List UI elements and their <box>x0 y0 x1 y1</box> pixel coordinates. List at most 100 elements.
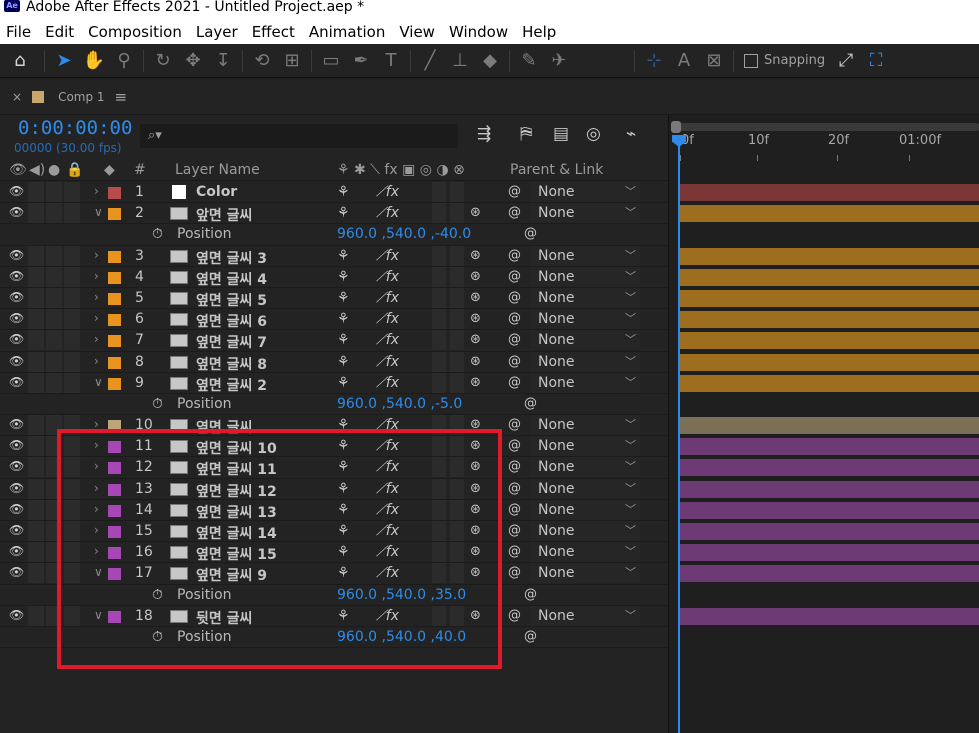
parent-dropdown[interactable]: None ﹀ <box>530 309 640 330</box>
shy-switch-icon[interactable]: ⚘ <box>337 544 350 560</box>
parent-dropdown[interactable]: None ﹀ <box>530 457 640 478</box>
motion-blur-switch[interactable] <box>432 415 446 436</box>
property-pick-whip-icon[interactable]: @ <box>524 629 537 644</box>
motion-blur-switch[interactable] <box>432 287 446 308</box>
quality-fx-switch-icon[interactable]: ⟋fx <box>376 544 399 560</box>
rectangle-tool[interactable]: ▭ <box>316 46 346 76</box>
video-visibility-eye-icon[interactable]: 👁 <box>9 269 24 283</box>
adjustment-switch[interactable] <box>450 372 464 393</box>
menu-item-window[interactable]: Window <box>449 23 508 41</box>
quality-fx-switch-icon[interactable]: ⟋fx <box>376 481 399 497</box>
label-color-chip[interactable] <box>108 420 121 433</box>
eraser-tool[interactable]: ◆ <box>475 46 505 76</box>
adjustment-switch[interactable] <box>450 182 464 202</box>
layer-bar-fill[interactable] <box>679 332 979 350</box>
label-color-chip[interactable] <box>108 547 121 560</box>
lock-switch[interactable] <box>64 499 80 520</box>
parent-dropdown[interactable]: None ﹀ <box>530 415 640 436</box>
dolly-tool[interactable]: ↧ <box>208 46 238 76</box>
lock-switch[interactable] <box>64 266 80 287</box>
layer-bar-fill[interactable] <box>679 459 979 477</box>
label-color-chip[interactable] <box>108 377 121 390</box>
rotate-tool[interactable]: ⟲ <box>247 46 277 76</box>
layer-name[interactable]: Color <box>196 184 237 200</box>
pan-tool[interactable]: ✥ <box>178 46 208 76</box>
adjustment-switch[interactable] <box>450 542 464 563</box>
pick-whip-icon[interactable]: @ <box>508 459 521 474</box>
position-value[interactable]: 960.0 ,540.0 ,-5.0 <box>337 396 462 412</box>
label-color-chip[interactable] <box>108 314 121 327</box>
time-navigator[interactable] <box>671 121 979 133</box>
twirl-toggle-icon[interactable]: › <box>94 481 99 495</box>
layer-name[interactable]: 옆면 글씨 12 <box>196 481 277 501</box>
layer-row[interactable]: 👁 ∨ 2 앞면 글씨 ⚘ ⟋fx ⊛ @ None ﹀ <box>0 203 668 225</box>
layer-bar-fill[interactable] <box>679 501 979 519</box>
shy-switch-icon[interactable]: ⚘ <box>337 248 350 264</box>
layer-row[interactable]: 👁 ∨ 9 옆면 글씨 2 ⚘ ⟋fx ⊛ @ None ﹀ <box>0 372 668 394</box>
shy-switch-icon[interactable]: ⚘ <box>337 290 350 306</box>
shy-switch-icon[interactable]: ⚘ <box>337 205 350 221</box>
audio-switch[interactable] <box>28 563 44 584</box>
layer-row[interactable]: 👁 › 8 옆면 글씨 8 ⚘ ⟋fx ⊛ @ None ﹀ <box>0 351 668 373</box>
local-axis-icon[interactable]: ⊹ <box>639 46 669 76</box>
solo-switch[interactable] <box>46 457 62 478</box>
video-visibility-eye-icon[interactable]: 👁 <box>9 184 24 198</box>
parent-dropdown[interactable]: None ﹀ <box>530 605 640 626</box>
layer-row[interactable]: 👁 › 11 옆면 글씨 10 ⚘ ⟋fx ⊛ @ None ﹀ <box>0 436 668 458</box>
motion-blur-switch[interactable] <box>432 457 446 478</box>
lock-switch[interactable] <box>64 351 80 372</box>
lock-switch[interactable] <box>64 542 80 563</box>
pick-whip-icon[interactable]: @ <box>508 248 521 263</box>
layer-bar-fill[interactable] <box>679 247 979 265</box>
label-color-chip[interactable] <box>108 335 121 348</box>
roto-brush-tool[interactable]: ✎ <box>514 46 544 76</box>
layer-bar-fill[interactable] <box>679 374 979 392</box>
motion-blur-switch[interactable] <box>432 499 446 520</box>
selection-tool[interactable]: ➤ <box>49 46 79 76</box>
menu-item-composition[interactable]: Composition <box>88 23 182 41</box>
adjustment-switch[interactable] <box>450 203 464 224</box>
adjustment-switch[interactable] <box>450 478 464 499</box>
parent-dropdown[interactable]: None ﹀ <box>530 203 640 224</box>
orbit-tool[interactable]: ↻ <box>148 46 178 76</box>
layer-row[interactable]: 👁 › 12 옆면 글씨 11 ⚘ ⟋fx ⊛ @ None ﹀ <box>0 457 668 479</box>
parent-dropdown[interactable]: None ﹀ <box>530 521 640 541</box>
quality-fx-switch-icon[interactable]: ⟋fx <box>376 354 399 370</box>
stopwatch-icon[interactable]: ⏱ <box>152 629 163 645</box>
shy-switch-icon[interactable]: ⚘ <box>337 502 350 518</box>
property-pick-whip-icon[interactable]: @ <box>524 396 537 411</box>
parent-dropdown[interactable]: None ﹀ <box>530 266 640 287</box>
layer-name-column-header[interactable]: Layer Name <box>175 162 260 178</box>
label-color-chip[interactable] <box>108 568 121 581</box>
quality-fx-switch-icon[interactable]: ⟋fx <box>376 248 399 264</box>
layer-name[interactable]: 옆면 글씨 13 <box>196 502 277 522</box>
motion-blur-switch[interactable] <box>432 372 446 393</box>
quality-fx-switch-icon[interactable]: ⟋fx <box>376 608 399 624</box>
twirl-toggle-icon[interactable]: › <box>94 417 99 431</box>
pick-whip-icon[interactable]: @ <box>508 354 521 369</box>
layer-row[interactable]: 👁 › 10 옆면 글씨 ⚘ ⟋fx ⊛ @ None ﹀ <box>0 415 668 437</box>
solo-switch[interactable] <box>46 605 62 626</box>
motion-blur-switch[interactable] <box>432 605 446 626</box>
menu-item-animation[interactable]: Animation <box>309 23 385 41</box>
menu-item-file[interactable]: File <box>6 23 31 41</box>
position-value[interactable]: 960.0 ,540.0 ,-40.0 <box>337 226 471 242</box>
solo-switch[interactable] <box>46 266 62 287</box>
adjustment-switch[interactable] <box>450 415 464 436</box>
label-color-chip[interactable] <box>108 208 121 221</box>
audio-switch[interactable] <box>28 372 44 393</box>
motion-blur-switch[interactable] <box>432 478 446 499</box>
layer-row[interactable]: 👁 › 6 옆면 글씨 6 ⚘ ⟋fx ⊛ @ None ﹀ <box>0 309 668 331</box>
motion-blur-switch[interactable] <box>432 245 446 266</box>
parent-dropdown[interactable]: None ﹀ <box>530 542 640 563</box>
snap-feather-icon[interactable]: ⤢ <box>831 46 861 76</box>
audio-switch[interactable] <box>28 457 44 478</box>
adjustment-switch[interactable] <box>450 436 464 457</box>
pick-whip-icon[interactable]: @ <box>508 205 521 220</box>
layer-row[interactable]: 👁 › 14 옆면 글씨 13 ⚘ ⟋fx ⊛ @ None ﹀ <box>0 499 668 522</box>
solo-switch[interactable] <box>46 415 62 436</box>
layer-row[interactable]: 👁 › 16 옆면 글씨 15 ⚘ ⟋fx ⊛ @ None ﹀ <box>0 542 668 564</box>
motion-blur-switch[interactable] <box>432 266 446 287</box>
3d-layer-cube-icon[interactable]: ⊛ <box>470 269 481 284</box>
stopwatch-icon[interactable]: ⏱ <box>152 226 163 242</box>
